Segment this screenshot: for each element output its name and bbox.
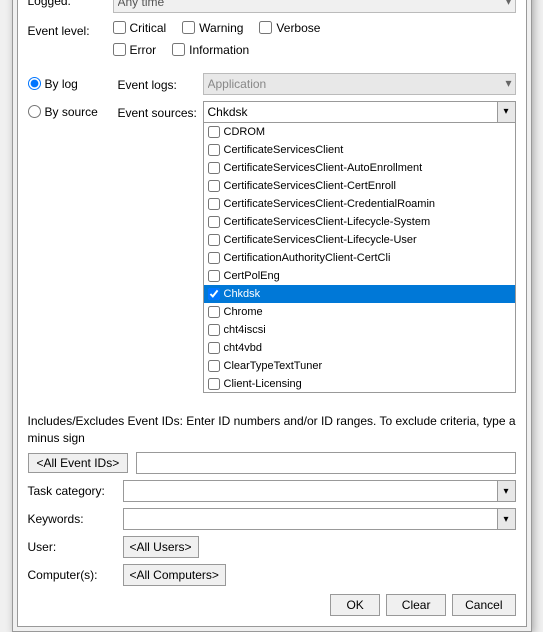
warning-checkbox[interactable] bbox=[182, 21, 195, 34]
keywords-row: Keywords: ▾ bbox=[28, 508, 516, 530]
list-item[interactable]: CertificateServicesClient-Lifecycle-Syst… bbox=[204, 213, 515, 231]
logged-select[interactable]: Any time Last hour Last 12 hours Last 24… bbox=[113, 0, 516, 13]
event-level-label: Event level: bbox=[28, 21, 113, 38]
logged-field: Any time Last hour Last 12 hours Last 24… bbox=[113, 0, 516, 13]
list-item[interactable]: CertificateServicesClient-Lifecycle-User bbox=[204, 231, 515, 249]
warning-label: Warning bbox=[199, 21, 243, 35]
bysource-row: By source Event sources: ▾ CDROM Certifi… bbox=[28, 101, 516, 123]
list-item-selected[interactable]: Chkdsk bbox=[204, 285, 515, 303]
task-category-label: Task category: bbox=[28, 484, 123, 498]
bysource-label: By source bbox=[45, 105, 98, 119]
event-sources-dropdown: ▾ CDROM CertificateServicesClient Certif… bbox=[203, 101, 516, 123]
event-sources-input-row: ▾ bbox=[203, 101, 516, 123]
logged-label: Logged: bbox=[28, 0, 113, 8]
user-label: User: bbox=[28, 540, 123, 554]
event-level-row: Event level: Critical Warning Verbose bbox=[28, 21, 516, 65]
verbose-label: Verbose bbox=[276, 21, 320, 35]
keywords-arrow[interactable]: ▾ bbox=[498, 508, 516, 530]
event-sources-label: Event sources: bbox=[118, 103, 203, 120]
task-category-input[interactable] bbox=[123, 480, 498, 502]
all-computers-button[interactable]: <All Computers> bbox=[123, 564, 226, 586]
warning-checkbox-item[interactable]: Warning bbox=[182, 21, 243, 35]
list-item[interactable]: CertificationAuthorityClient-CertCli bbox=[204, 249, 515, 267]
critical-label: Critical bbox=[130, 21, 167, 35]
list-item[interactable]: ClearTypeTextTuner bbox=[204, 357, 515, 375]
logged-select-wrapper: Any time Last hour Last 12 hours Last 24… bbox=[113, 0, 516, 13]
logged-row: Logged: Any time Last hour Last 12 hours… bbox=[28, 0, 516, 13]
critical-checkbox-item[interactable]: Critical bbox=[113, 21, 167, 35]
list-item[interactable]: CertPolEng bbox=[204, 267, 515, 285]
verbose-checkbox-item[interactable]: Verbose bbox=[259, 21, 320, 35]
event-sources-input[interactable] bbox=[204, 104, 497, 120]
clear-button[interactable]: Clear bbox=[386, 594, 446, 616]
event-logs-select-wrapper: Application bbox=[203, 73, 516, 95]
includes-text-row: Includes/Excludes Event IDs: Enter ID nu… bbox=[28, 413, 516, 447]
verbose-checkbox[interactable] bbox=[259, 21, 272, 34]
information-label: Information bbox=[189, 43, 249, 57]
list-item[interactable]: CertificateServicesClient-CertEnroll bbox=[204, 177, 515, 195]
critical-checkbox[interactable] bbox=[113, 21, 126, 34]
filter-dialog: Filter Current Log ✕ Filter XML Logged: … bbox=[12, 0, 532, 632]
list-item[interactable]: cht4iscsi bbox=[204, 321, 515, 339]
ok-button[interactable]: OK bbox=[330, 594, 380, 616]
event-ids-row: <All Event IDs> bbox=[28, 452, 516, 474]
keywords-input[interactable] bbox=[123, 508, 498, 530]
list-item[interactable]: CertificateServicesClient bbox=[204, 141, 515, 159]
all-users-button[interactable]: <All Users> bbox=[123, 536, 199, 558]
event-level-row1: Critical Warning Verbose bbox=[113, 21, 516, 39]
event-ids-input[interactable] bbox=[136, 452, 515, 474]
keywords-label: Keywords: bbox=[28, 512, 123, 526]
bysource-radio[interactable] bbox=[28, 105, 41, 118]
information-checkbox[interactable] bbox=[172, 43, 185, 56]
computer-row: Computer(s): <All Computers> bbox=[28, 564, 516, 586]
task-category-arrow[interactable]: ▾ bbox=[498, 480, 516, 502]
list-item[interactable]: Chrome bbox=[204, 303, 515, 321]
event-sources-arrow[interactable]: ▾ bbox=[497, 102, 515, 122]
computer-label: Computer(s): bbox=[28, 568, 123, 582]
list-item[interactable]: CertificateServicesClient-AutoEnrollment bbox=[204, 159, 515, 177]
cancel-button[interactable]: Cancel bbox=[452, 594, 515, 616]
list-item[interactable]: cht4vbd bbox=[204, 339, 515, 357]
event-sources-list[interactable]: CDROM CertificateServicesClient Certific… bbox=[203, 123, 516, 393]
filter-content: Logged: Any time Last hour Last 12 hours… bbox=[17, 0, 527, 627]
bylog-row: By log Event logs: Application bbox=[28, 73, 516, 95]
error-checkbox[interactable] bbox=[113, 43, 126, 56]
task-category-row: Task category: ▾ bbox=[28, 480, 516, 502]
event-level-row2: Error Information bbox=[113, 43, 516, 61]
error-checkbox-item[interactable]: Error bbox=[113, 43, 157, 57]
list-item[interactable]: CDROM bbox=[204, 123, 515, 141]
event-logs-select[interactable]: Application bbox=[203, 73, 516, 95]
bylog-radio[interactable] bbox=[28, 77, 41, 90]
bylog-label: By log bbox=[45, 77, 78, 91]
event-logs-label: Event logs: bbox=[118, 75, 203, 92]
list-item[interactable]: CertificateServicesClient-CredentialRoam… bbox=[204, 195, 515, 213]
bylog-radio-item[interactable]: By log bbox=[28, 77, 118, 91]
event-level-checkboxes: Critical Warning Verbose Error bbox=[113, 21, 516, 65]
all-event-ids-button[interactable]: <All Event IDs> bbox=[28, 453, 129, 473]
error-label: Error bbox=[130, 43, 157, 57]
information-checkbox-item[interactable]: Information bbox=[172, 43, 249, 57]
includes-text: Includes/Excludes Event IDs: Enter ID nu… bbox=[28, 414, 516, 445]
bottom-buttons: OK Clear Cancel bbox=[28, 594, 516, 616]
list-item[interactable]: Client-Licensing bbox=[204, 375, 515, 393]
user-row: User: <All Users> bbox=[28, 536, 516, 558]
bysource-radio-item[interactable]: By source bbox=[28, 105, 118, 119]
